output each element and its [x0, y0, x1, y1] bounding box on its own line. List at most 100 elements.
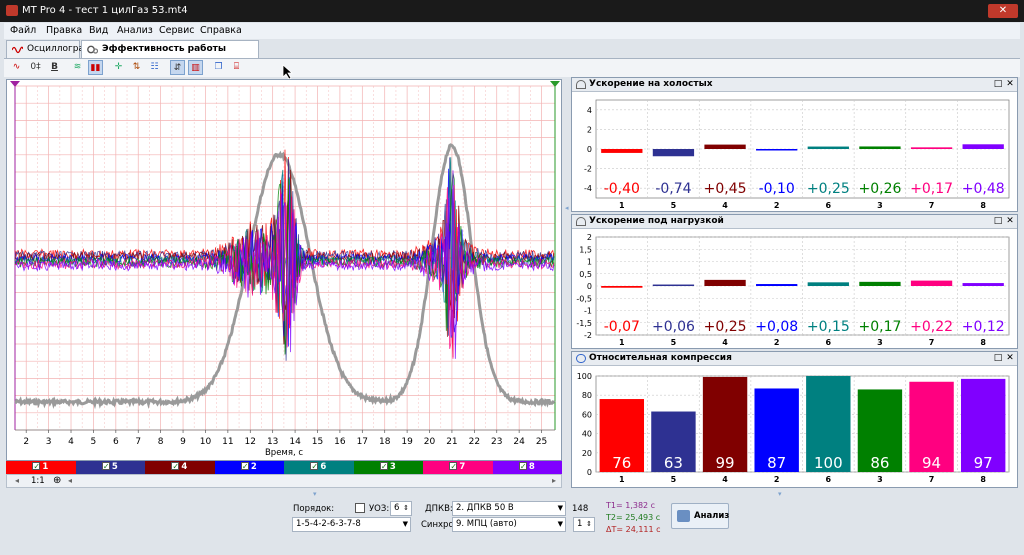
bar-value-label: +0,26 — [858, 181, 901, 197]
checkbox-checked-icon[interactable] — [101, 460, 110, 473]
maximize-icon[interactable]: □ — [993, 79, 1003, 89]
cylinder-toggle-3[interactable]: 3 — [353, 460, 423, 474]
category-label: 3 — [877, 475, 883, 484]
menu-file[interactable]: Файл — [10, 25, 36, 36]
bar-value-label: +0,45 — [704, 181, 747, 197]
checkbox-checked-icon[interactable] — [379, 460, 388, 473]
menu-help[interactable]: Справка — [200, 25, 242, 36]
panel-header: Ускорение под нагрузкой □ ✕ — [572, 215, 1017, 229]
signal-icon[interactable]: ∿ — [9, 60, 24, 75]
maximize-icon[interactable]: □ — [993, 216, 1003, 226]
tab-oscilloscope[interactable]: Осциллограф — [6, 40, 92, 58]
bold-button[interactable]: B — [47, 60, 62, 75]
bar-value-label: +0,12 — [962, 319, 1005, 335]
checkbox-checked-icon[interactable] — [32, 460, 41, 473]
overlay-mode-icon[interactable]: ▮▮ — [88, 60, 103, 75]
multi-wave-icon[interactable]: ≋ — [70, 60, 85, 75]
x-tick-label: 2 — [23, 437, 29, 447]
collapse-arrow-icon[interactable]: ▾ — [778, 490, 782, 498]
oscillogram-chart[interactable]: 2 3 4 5 6 7 8 9 10 11 12 13 14 15 16 17 18 19 20 21 22 23 24 25… — [6, 79, 562, 461]
analyze-label: Анализ — [694, 511, 730, 521]
menu-view[interactable]: Вид — [89, 25, 108, 36]
category-label: 1 — [619, 475, 625, 484]
checkbox-checked-icon[interactable] — [518, 460, 527, 473]
y-tick-label: -1 — [584, 307, 592, 316]
sync-select[interactable]: 9. МПЦ (авто) ▼ — [452, 517, 566, 532]
close-button[interactable]: ✕ — [988, 4, 1018, 18]
sync-stepper[interactable]: 1 ⇕ — [573, 517, 595, 532]
bar-value-label: -0,10 — [759, 181, 795, 197]
bar-cyl-3 — [859, 146, 901, 149]
x-tick-label: 19 — [401, 437, 413, 447]
delta-t-value: ΔT= 24,111 с — [606, 525, 661, 534]
bar-cyl-8 — [962, 144, 1004, 149]
close-icon[interactable]: ✕ — [1005, 353, 1015, 363]
checkbox-checked-icon[interactable] — [171, 460, 180, 473]
cylinder-toggle-7[interactable]: 7 — [423, 460, 493, 474]
splitter-arrow-icon[interactable]: ◂ — [565, 204, 569, 212]
text-export-icon[interactable]: ⌸ — [229, 60, 244, 75]
cylinder-number: 1 — [42, 462, 49, 472]
bar-cyl-4 — [704, 279, 746, 286]
cylinder-toggle-1[interactable]: 1 — [6, 460, 76, 474]
sync-value: 9. МПЦ (авто) — [456, 519, 517, 529]
cylinder-toggle-4[interactable]: 4 — [145, 460, 215, 474]
oscillogram-plot: 2 3 4 5 6 7 8 9 10 11 12 13 14 15 16 17 18 19 20 21 22 23 24 25… — [10, 81, 560, 458]
menu-bar: Файл Правка Вид Анализ Сервис Справка — [4, 23, 1020, 39]
app-window: MT Pro 4 - тест 1 цилГаз 53.mt4 ✕ Файл П… — [0, 0, 1024, 555]
close-icon[interactable]: ✕ — [1005, 216, 1015, 226]
collapse-arrow-icon[interactable]: ▾ — [313, 490, 317, 498]
menu-analysis[interactable]: Анализ — [117, 25, 153, 36]
markers-icon[interactable]: ⇅ — [129, 60, 144, 75]
menu-edit[interactable]: Правка — [46, 25, 82, 36]
y-tick-label: 1,5 — [579, 245, 592, 254]
y-tick-label: 2 — [587, 125, 592, 134]
dpkv-select[interactable]: 2. ДПКВ 50 В ▼ — [452, 501, 566, 516]
category-label: 3 — [877, 338, 883, 347]
analyze-button[interactable]: Анализ — [671, 503, 729, 529]
bar-cyl-8 — [962, 283, 1004, 286]
gears-icon — [87, 45, 98, 54]
cylinder-legend-strip: 1 5 4 2 6 3 7 8 — [6, 460, 562, 474]
scroll-next-icon[interactable]: ▸ — [552, 476, 556, 485]
x-tick-label: 18 — [379, 437, 391, 447]
cylinder-number: 5 — [111, 462, 118, 472]
uoz-stepper[interactable]: 6 ⇕ — [390, 501, 412, 516]
maximize-icon[interactable]: □ — [993, 353, 1003, 363]
time-scroll-bar[interactable]: ◂ 1:1 ⊕ ◂ ▸ — [6, 474, 562, 488]
checkbox-checked-icon[interactable] — [310, 460, 319, 473]
checkbox-checked-icon[interactable] — [449, 460, 458, 473]
cylinder-toggle-8[interactable]: 8 — [492, 460, 562, 474]
zero-line-icon[interactable]: 0‡ — [28, 60, 43, 75]
bar-value-label: +0,22 — [910, 319, 953, 335]
panel-title: Ускорение на холостых — [589, 79, 713, 89]
cylinder-toggle-5[interactable]: 5 — [75, 460, 145, 474]
panel-splitter[interactable]: ◂ — [565, 79, 570, 479]
copy-icon[interactable]: ❐ — [211, 60, 226, 75]
cylinder-toggle-2[interactable]: 2 — [214, 460, 284, 474]
cursor-icon[interactable]: ✛ — [111, 60, 126, 75]
tab-cylinder-efficiency[interactable]: Эффективность работы цилиндров — [81, 40, 259, 70]
x-tick-label: 5 — [91, 437, 97, 447]
scroll-left-icon[interactable]: ◂ — [15, 476, 19, 485]
tab-bar: Осциллограф Эффективность работы цилиндр… — [4, 39, 1020, 70]
category-label: 5 — [671, 201, 677, 210]
zoom-fit-icon[interactable]: ⊕ — [53, 475, 61, 486]
cylinder-toggle-6[interactable]: 6 — [284, 460, 354, 474]
dpkv-label: ДПКВ: — [425, 504, 453, 514]
sort-icon[interactable]: ⇵ — [170, 60, 185, 75]
uoz-checkbox[interactable] — [355, 503, 365, 513]
close-icon[interactable]: ✕ — [1005, 79, 1015, 89]
menu-service[interactable]: Сервис — [159, 25, 195, 36]
y-tick-label: -2 — [584, 331, 592, 340]
y-tick-label: 0 — [587, 145, 592, 154]
checkbox-checked-icon[interactable] — [240, 460, 249, 473]
category-label: 6 — [826, 475, 832, 484]
bar-value-label: +0,08 — [755, 319, 798, 335]
bars-icon[interactable]: ▥ — [188, 60, 203, 75]
scroll-prev-icon[interactable]: ◂ — [68, 476, 72, 485]
bar-value-label: -0,74 — [655, 181, 691, 197]
order-select[interactable]: 1-5-4-2-6-3-7-8 ▼ — [292, 517, 411, 532]
scale-icon[interactable]: ☷ — [147, 60, 162, 75]
x-tick-label: 20 — [424, 437, 436, 447]
